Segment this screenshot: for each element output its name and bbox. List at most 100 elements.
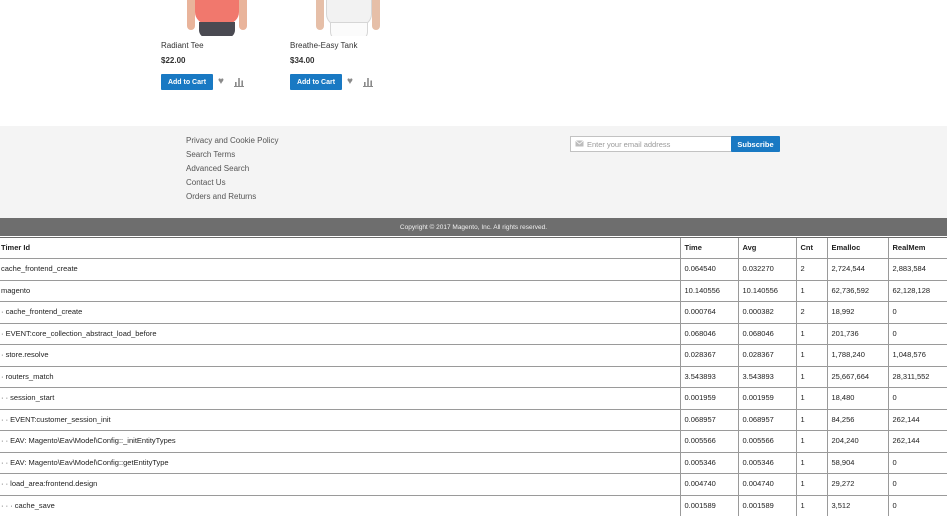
table-row: · · EAV: Magento\Eav\Model\Config::_init… <box>0 430 947 452</box>
realmem-cell: 262,144 <box>887 408 947 431</box>
realmem-cell: 28,311,552 <box>887 365 947 388</box>
copyright-text: Copyright © 2017 Magento, Inc. All right… <box>399 223 548 231</box>
table-row: · · load_area:frontend.design 0.004740 0… <box>0 473 947 495</box>
table-row: · store.resolve 0.028367 0.028367 1 1,78… <box>0 344 947 366</box>
avg-cell: 0.004740 <box>737 473 796 495</box>
realmem-cell: 0 <box>887 301 947 323</box>
time-cell: 0.064540 <box>679 258 738 280</box>
table-row: · · EVENT:customer_session_init 0.068957… <box>0 408 947 431</box>
timer-id-cell: · · session_start <box>0 387 680 409</box>
product-name[interactable]: Breathe-Easy Tank <box>290 41 357 50</box>
footer-link-search-terms[interactable]: Search Terms <box>186 150 235 159</box>
product-price: $34.00 <box>290 56 315 65</box>
table-header-row: Timer Id Time Avg Cnt Emalloc RealMem <box>0 237 947 259</box>
realmem-cell: 0 <box>887 451 947 474</box>
page-footer: Privacy and Cookie Policy Search Terms A… <box>0 126 947 218</box>
footer-link-advanced-search[interactable]: Advanced Search <box>186 164 249 173</box>
cnt-cell: 1 <box>795 473 827 495</box>
avg-cell: 0.032270 <box>737 258 796 280</box>
realmem-cell: 262,144 <box>887 430 947 452</box>
cnt-cell: 2 <box>795 301 827 323</box>
emalloc-cell: 1,788,240 <box>826 344 888 366</box>
cnt-cell: 1 <box>795 365 827 388</box>
profiler-table: Timer Id Time Avg Cnt Emalloc RealMem ca… <box>0 237 947 516</box>
emalloc-cell: 29,272 <box>826 473 888 495</box>
timer-id-cell: · · EAV: Magento\Eav\Model\Config::getEn… <box>0 451 680 474</box>
time-cell: 3.543893 <box>679 365 738 388</box>
product-name[interactable]: Radiant Tee <box>161 41 204 50</box>
cnt-cell: 1 <box>795 408 827 431</box>
add-to-cart-button[interactable]: Add to Cart <box>161 74 213 90</box>
cnt-cell: 1 <box>795 494 827 516</box>
realmem-cell: 1,048,576 <box>887 344 947 366</box>
footer-link-privacy[interactable]: Privacy and Cookie Policy <box>186 136 278 145</box>
emalloc-cell: 204,240 <box>826 430 888 452</box>
time-cell: 10.140556 <box>679 279 738 302</box>
timer-id-cell: cache_frontend_create <box>0 258 680 280</box>
table-row: magento 10.140556 10.140556 1 62,736,592… <box>0 279 947 302</box>
avg-cell: 0.001589 <box>737 494 796 516</box>
emalloc-cell: 201,736 <box>826 322 888 345</box>
avg-cell: 0.005346 <box>737 451 796 474</box>
emalloc-cell: 58,904 <box>826 451 888 474</box>
column-header-emalloc: Emalloc <box>826 237 888 259</box>
subscribe-button[interactable]: Subscribe <box>731 136 780 152</box>
cnt-cell: 1 <box>795 279 827 302</box>
add-to-cart-button[interactable]: Add to Cart <box>290 74 342 90</box>
timer-id-cell: · · EAV: Magento\Eav\Model\Config::_init… <box>0 430 680 452</box>
time-cell: 0.001589 <box>679 494 738 516</box>
bar-chart-icon[interactable] <box>363 77 373 87</box>
realmem-cell: 2,883,584 <box>887 258 947 280</box>
timer-id-cell: magento <box>0 279 680 302</box>
emalloc-cell: 84,256 <box>826 408 888 431</box>
cnt-cell: 1 <box>795 387 827 409</box>
avg-cell: 0.000382 <box>737 301 796 323</box>
realmem-cell: 0 <box>887 473 947 495</box>
column-header-avg: Avg <box>737 237 796 259</box>
time-cell: 0.068046 <box>679 322 738 345</box>
avg-cell: 10.140556 <box>737 279 796 302</box>
copyright-bar: Copyright © 2017 Magento, Inc. All right… <box>0 218 947 236</box>
cnt-cell: 2 <box>795 258 827 280</box>
product-image[interactable] <box>312 0 402 36</box>
column-header-time: Time <box>679 237 738 259</box>
heart-icon[interactable]: ♥ <box>218 77 228 87</box>
newsletter-email-input[interactable] <box>587 138 727 150</box>
product-image[interactable] <box>181 0 271 36</box>
table-row: · · EAV: Magento\Eav\Model\Config::getEn… <box>0 451 947 474</box>
footer-link-contact-us[interactable]: Contact Us <box>186 178 226 187</box>
time-cell: 0.004740 <box>679 473 738 495</box>
bar-chart-icon[interactable] <box>234 77 244 87</box>
avg-cell: 0.005566 <box>737 430 796 452</box>
emalloc-cell: 18,992 <box>826 301 888 323</box>
time-cell: 0.068957 <box>679 408 738 431</box>
emalloc-cell: 25,667,664 <box>826 365 888 388</box>
realmem-cell: 0 <box>887 387 947 409</box>
emalloc-cell: 2,724,544 <box>826 258 888 280</box>
realmem-cell: 0 <box>887 322 947 345</box>
cnt-cell: 1 <box>795 430 827 452</box>
timer-id-cell: · store.resolve <box>0 344 680 366</box>
time-cell: 0.001959 <box>679 387 738 409</box>
emalloc-cell: 62,736,592 <box>826 279 888 302</box>
realmem-cell: 62,128,128 <box>887 279 947 302</box>
avg-cell: 0.068957 <box>737 408 796 431</box>
table-row: · · session_start 0.001959 0.001959 1 18… <box>0 387 947 409</box>
footer-link-orders-returns[interactable]: Orders and Returns <box>186 192 256 201</box>
time-cell: 0.000764 <box>679 301 738 323</box>
product-price: $22.00 <box>161 56 186 65</box>
cnt-cell: 1 <box>795 344 827 366</box>
table-row: · EVENT:core_collection_abstract_load_be… <box>0 322 947 345</box>
emalloc-cell: 3,512 <box>826 494 888 516</box>
time-cell: 0.028367 <box>679 344 738 366</box>
cnt-cell: 1 <box>795 322 827 345</box>
column-header-realmem: RealMem <box>887 237 947 259</box>
timer-id-cell: · · load_area:frontend.design <box>0 473 680 495</box>
table-row: cache_frontend_create 0.064540 0.032270 … <box>0 258 947 280</box>
table-row: · cache_frontend_create 0.000764 0.00038… <box>0 301 947 323</box>
product-grid: Radiant Tee $22.00 Add to Cart ♥ Breathe… <box>0 0 947 126</box>
heart-icon[interactable]: ♥ <box>347 77 357 87</box>
timer-id-cell: · · · cache_save <box>0 494 680 516</box>
realmem-cell: 0 <box>887 494 947 516</box>
envelope-icon <box>575 140 584 147</box>
